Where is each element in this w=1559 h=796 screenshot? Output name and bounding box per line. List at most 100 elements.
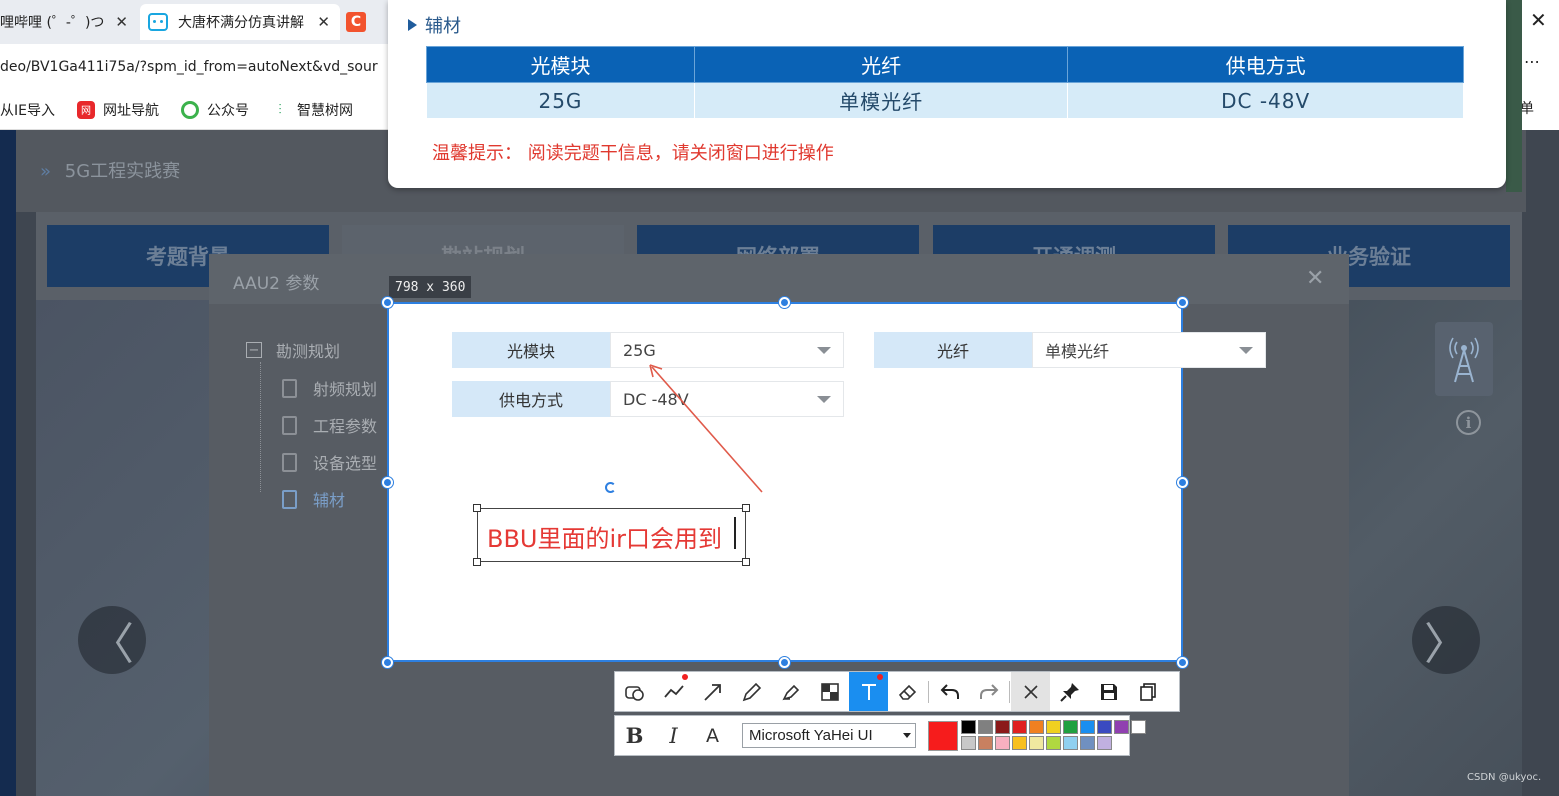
color-swatch[interactable] xyxy=(978,736,993,750)
color-swatch[interactable] xyxy=(1114,720,1129,734)
bookmark-item[interactable]: 网网址导航 xyxy=(76,100,159,120)
color-swatch[interactable] xyxy=(995,736,1010,750)
section-title: 辅材 xyxy=(408,12,461,38)
selection-handle[interactable] xyxy=(1177,477,1188,488)
tab-close-icon[interactable]: ✕ xyxy=(115,13,128,31)
dialog-header xyxy=(209,254,1349,304)
color-swatch[interactable] xyxy=(1012,736,1027,750)
more-menu-icon[interactable]: ⋯ xyxy=(1524,52,1541,71)
selection-handle[interactable] xyxy=(779,657,790,668)
color-swatch[interactable] xyxy=(1063,720,1078,734)
redo-icon[interactable] xyxy=(969,672,1008,711)
text-style-button[interactable]: A xyxy=(693,716,732,755)
selection-handle[interactable] xyxy=(1177,297,1188,308)
color-swatch[interactable] xyxy=(978,720,993,734)
tree-item-equipment[interactable]: 设备选型 xyxy=(282,450,377,474)
color-swatch[interactable] xyxy=(995,720,1010,734)
color-swatch[interactable] xyxy=(1080,736,1095,750)
bookmark-item[interactable]: ⫶ 智慧树网 xyxy=(270,100,353,120)
field-label: 光模块 xyxy=(452,332,610,368)
dialog-close-icon[interactable]: ✕ xyxy=(1306,266,1324,291)
next-arrow-button[interactable]: 〉 xyxy=(1412,606,1480,674)
copy-icon[interactable] xyxy=(1128,672,1167,711)
bold-button[interactable]: B xyxy=(615,716,654,755)
color-swatch[interactable] xyxy=(1046,736,1061,750)
italic-button[interactable]: I xyxy=(654,716,693,755)
color-swatch[interactable] xyxy=(1012,720,1027,734)
font-family-select[interactable]: Microsoft YaHei UI xyxy=(742,723,916,748)
tab-datang-video[interactable]: 大唐杯满分仿真讲解 ✕ xyxy=(140,4,340,40)
color-swatch[interactable] xyxy=(1097,720,1112,734)
current-color-swatch[interactable] xyxy=(928,721,958,751)
address-bar[interactable]: deo/BV1Ga411i75a/?spm_id_from=autoNext&v… xyxy=(0,44,390,90)
color-swatch[interactable] xyxy=(1080,720,1095,734)
selection-handle[interactable] xyxy=(382,477,393,488)
zhihuishu-icon: ⫶ xyxy=(270,100,289,119)
chevron-icon: » xyxy=(40,161,52,182)
tab-csdn[interactable]: C xyxy=(346,4,386,40)
column-header: 光模块 xyxy=(426,46,695,83)
resize-handle[interactable] xyxy=(473,558,481,566)
color-swatch[interactable] xyxy=(1046,720,1061,734)
polyline-tool-icon[interactable] xyxy=(654,672,693,711)
resize-handle[interactable] xyxy=(742,558,750,566)
table-header-row: 光模块 光纤 供电方式 xyxy=(426,46,1464,83)
text-annotation[interactable]: BBU里面的ir口会用到 xyxy=(487,519,722,554)
tree-item-engineering-params[interactable]: 工程参数 xyxy=(282,413,377,437)
color-swatch[interactable] xyxy=(961,720,976,734)
undo-icon[interactable] xyxy=(930,672,969,711)
dialog-title: AAU2 参数 xyxy=(233,274,320,294)
color-swatch[interactable] xyxy=(1097,736,1112,750)
eraser-tool-icon[interactable] xyxy=(888,672,927,711)
color-swatch[interactable] xyxy=(1131,720,1146,734)
tree-root[interactable]: − 勘测规划 xyxy=(246,338,340,362)
resize-handle[interactable] xyxy=(742,504,750,512)
address-url: deo/BV1Ga411i75a/?spm_id_from=autoNext&v… xyxy=(0,59,378,75)
color-swatch[interactable] xyxy=(1029,720,1044,734)
color-swatch[interactable] xyxy=(961,736,976,750)
column-header: 光纤 xyxy=(693,46,1069,83)
browser-tabbar: 哩哔哩 (゜-゜)つ ✕ 大唐杯满分仿真讲解 ✕ C xyxy=(0,0,390,44)
bookmark-item[interactable]: 从IE导入 xyxy=(0,100,55,120)
pin-icon[interactable] xyxy=(1050,672,1089,711)
arrow-tool-icon[interactable] xyxy=(693,672,732,711)
shape-tool-icon[interactable] xyxy=(615,672,654,711)
annotation-arrow[interactable] xyxy=(640,355,770,500)
column-header: 供电方式 xyxy=(1067,46,1464,83)
pencil-tool-icon[interactable] xyxy=(732,672,771,711)
tree-item-accessories[interactable]: 辅材 xyxy=(282,487,345,511)
tree-connector xyxy=(260,362,261,492)
color-swatch[interactable] xyxy=(1063,736,1078,750)
watermark: CSDN @ukyoc. xyxy=(1467,772,1542,783)
fiber-select[interactable]: 单模光纤 xyxy=(1032,332,1266,368)
close-icon[interactable] xyxy=(1011,672,1050,711)
text-tool-icon[interactable] xyxy=(849,672,888,711)
prev-arrow-button[interactable]: 〈 xyxy=(78,606,146,674)
resize-handle[interactable] xyxy=(473,504,481,512)
info-icon[interactable]: i xyxy=(1456,410,1481,435)
color-swatch[interactable] xyxy=(1029,736,1044,750)
selection-handle[interactable] xyxy=(382,297,393,308)
document-icon xyxy=(282,378,297,398)
mosaic-tool-icon[interactable] xyxy=(810,672,849,711)
tab-label: 大唐杯满分仿真讲解 xyxy=(178,15,304,31)
save-icon[interactable] xyxy=(1089,672,1128,711)
selection-handle[interactable] xyxy=(779,297,790,308)
bookmark-item[interactable]: 公众号 xyxy=(180,100,249,120)
browser-right-controls: ✕ ⋯ 单 xyxy=(1520,0,1559,130)
selection-handle[interactable] xyxy=(382,657,393,668)
antenna-icon[interactable] xyxy=(1435,322,1493,396)
tree-item-rf-planning[interactable]: 射频规划 xyxy=(282,376,377,400)
indicator-dot xyxy=(682,674,688,680)
page-title: » 5G工程实践赛 xyxy=(40,161,181,182)
wechat-icon xyxy=(180,100,199,119)
tab-close-icon[interactable]: ✕ xyxy=(317,13,330,31)
menu-label[interactable]: 单 xyxy=(1520,98,1534,118)
document-icon xyxy=(282,452,297,472)
collapse-icon[interactable]: − xyxy=(246,342,262,358)
annotation-toolbar xyxy=(614,671,1180,712)
tab-bilibili[interactable]: 哩哔哩 (゜-゜)つ ✕ xyxy=(0,4,138,40)
selection-handle[interactable] xyxy=(1177,657,1188,668)
window-close-icon[interactable]: ✕ xyxy=(1530,8,1547,32)
marker-tool-icon[interactable] xyxy=(771,672,810,711)
